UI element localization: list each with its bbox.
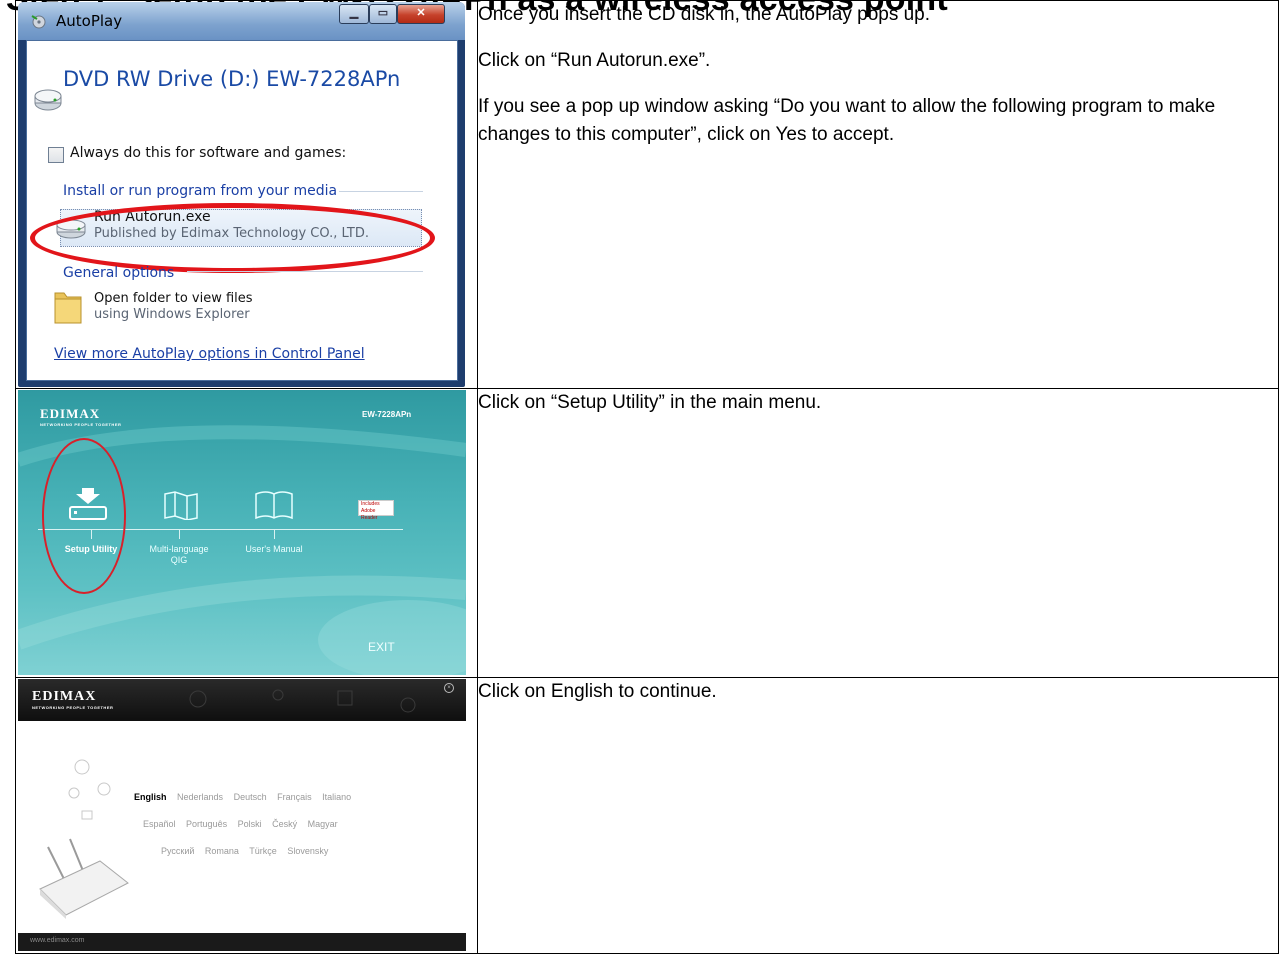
header-decoration-icons: [189, 689, 416, 713]
window-title: AutoPlay: [56, 12, 123, 30]
edimax-logo: EDIMAX NETWORKING PEOPLE TOGETHER: [40, 406, 122, 427]
step-image-cell: EDIMAX NETWORKING PEOPLE TOGETHER × Engl…: [15, 677, 478, 954]
close-button[interactable]: ✕: [397, 4, 445, 24]
language-header-bar: EDIMAX NETWORKING PEOPLE TOGETHER ×: [18, 679, 466, 721]
adobe-reader-badge: Includes Adobe Reader: [358, 500, 394, 521]
step-text-cell: Click on English to continue.: [477, 677, 1279, 954]
language-footer-bar: www.edimax.com: [18, 933, 466, 951]
language-option[interactable]: Polski: [238, 819, 262, 829]
footer-url: www.edimax.com: [30, 937, 85, 944]
language-option[interactable]: Český: [272, 819, 297, 829]
language-option[interactable]: Français: [277, 792, 312, 802]
language-option[interactable]: Italiano: [322, 792, 351, 802]
menu-item-users-manual[interactable]: User's Manual: [234, 544, 314, 555]
step-text-cell: Once you insert the CD disk in, the Auto…: [477, 0, 1279, 389]
menu-tick: [179, 529, 180, 539]
autoplay-window: AutoPlay ▁ ▭ ✕ DVD RW Drive (D:) EW-7228…: [18, 2, 465, 387]
edimax-logo: EDIMAX NETWORKING PEOPLE TOGETHER: [32, 689, 114, 710]
model-label: EW-7228APn: [362, 410, 412, 419]
router-illustration: [39, 759, 129, 919]
menu-tick: [274, 529, 275, 539]
language-option[interactable]: Deutsch: [234, 792, 267, 802]
step-text-cell: Click on “Setup Utility” in the main men…: [477, 388, 1279, 678]
language-option[interactable]: Slovensky: [287, 846, 328, 856]
always-checkbox-label: Always do this for software and games:: [70, 145, 347, 161]
highlight-ring: [30, 203, 435, 273]
step-row-main-menu: EDIMAX NETWORKING PEOPLE TOGETHER EW-722…: [15, 388, 1279, 678]
language-option[interactable]: Português: [186, 819, 227, 829]
menu-item-label: Multi-language: [149, 544, 209, 554]
language-row: English Nederlands Deutsch Français Ital…: [134, 792, 359, 802]
menu-item-multi-language[interactable]: Multi-language QIG: [144, 544, 214, 566]
section-divider: [339, 191, 423, 192]
section-install-heading: Install or run program from your media: [63, 183, 338, 199]
step-text: If you see a pop up window asking “Do yo…: [478, 96, 1216, 145]
language-option[interactable]: Romana: [205, 846, 239, 856]
language-row: Русский Romana Türkçe Slovensky: [161, 846, 336, 856]
step-image-cell: EDIMAX NETWORKING PEOPLE TOGETHER EW-722…: [15, 388, 478, 678]
open-folder-option[interactable]: Open folder to view files: [94, 291, 253, 306]
minimize-button[interactable]: ▁: [339, 4, 369, 24]
language-option[interactable]: Magyar: [308, 819, 338, 829]
close-icon[interactable]: ×: [444, 683, 454, 693]
section-divider: [187, 271, 423, 272]
step-image-cell: AutoPlay ▁ ▭ ✕ DVD RW Drive (D:) EW-7228…: [15, 0, 478, 389]
menu-item-label: QIG: [170, 555, 188, 565]
users-manual-icon[interactable]: [254, 490, 294, 520]
always-checkbox[interactable]: [48, 147, 64, 163]
highlight-ring: [42, 438, 126, 594]
exit-button[interactable]: EXIT: [368, 640, 395, 654]
step-row-autoplay: AutoPlay ▁ ▭ ✕ DVD RW Drive (D:) EW-7228…: [15, 0, 1279, 389]
dvd-drive-icon: [34, 89, 62, 111]
window-body: DVD RW Drive (D:) EW-7228APn Always do t…: [26, 40, 458, 381]
language-option[interactable]: Русский: [161, 846, 194, 856]
open-folder-sub: using Windows Explorer: [94, 307, 250, 322]
step-text: Once you insert the CD disk in, the Auto…: [478, 4, 931, 25]
language-option-english[interactable]: English: [134, 792, 167, 802]
section-general-heading: General options: [63, 265, 175, 281]
language-row: Español Português Polski Český Magyar: [143, 819, 346, 829]
language-option[interactable]: Türkçe: [249, 846, 277, 856]
drive-label: DVD RW Drive (D:) EW-7228APn: [63, 67, 401, 91]
step-row-language: EDIMAX NETWORKING PEOPLE TOGETHER × Engl…: [15, 677, 1279, 954]
step-text: Click on English to continue.: [478, 681, 717, 702]
language-selection-screen: EDIMAX NETWORKING PEOPLE TOGETHER × Engl…: [18, 679, 466, 951]
multi-language-qig-icon[interactable]: [163, 490, 199, 520]
autoplay-icon: [31, 15, 46, 29]
language-option[interactable]: Español: [143, 819, 176, 829]
folder-icon: [54, 292, 82, 324]
step-text: Click on “Setup Utility” in the main men…: [478, 392, 822, 413]
maximize-button[interactable]: ▭: [369, 4, 397, 24]
steps-table: AutoPlay ▁ ▭ ✕ DVD RW Drive (D:) EW-7228…: [15, 0, 1279, 954]
more-autoplay-options-link[interactable]: View more AutoPlay options in Control Pa…: [54, 346, 365, 362]
step-text: Click on “Run Autorun.exe”.: [478, 50, 711, 71]
language-option[interactable]: Nederlands: [177, 792, 223, 802]
edimax-main-menu: EDIMAX NETWORKING PEOPLE TOGETHER EW-722…: [18, 390, 466, 675]
window-titlebar[interactable]: AutoPlay ▁ ▭ ✕: [18, 2, 465, 40]
